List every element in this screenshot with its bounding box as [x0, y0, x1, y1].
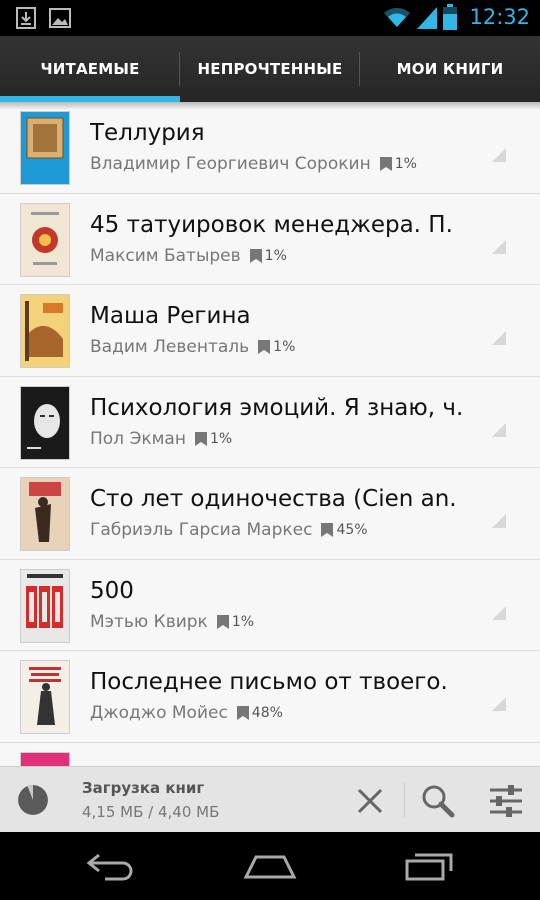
book-meta: Максим Батырев 1% — [90, 246, 287, 266]
book-author: Владимир Георгиевич Сорокин — [90, 154, 371, 174]
battery-icon — [443, 4, 458, 30]
item-menu-corner-icon[interactable] — [492, 422, 506, 437]
item-menu-corner-icon[interactable] — [492, 605, 506, 620]
book-author: Габриэль Гарсиа Маркес — [90, 520, 313, 540]
book-cover — [20, 385, 70, 460]
item-menu-corner-icon[interactable] — [492, 239, 506, 254]
search-icon — [422, 785, 455, 818]
cancel-download-button[interactable] — [350, 781, 390, 821]
back-icon — [86, 853, 133, 881]
tab-label: ЧИТАЕМЫЕ — [40, 60, 140, 78]
reading-progress: 1% — [394, 156, 417, 172]
book-author: Джоджо Мойес — [90, 703, 228, 723]
image-icon — [49, 8, 71, 28]
book-row[interactable]: Сто лет одиночества (Cien an. Габриэль Г… — [0, 468, 540, 560]
book-cover — [20, 294, 70, 368]
book-row[interactable]: Психология эмоций. Я знаю, ч. Пол Экман … — [0, 376, 540, 468]
book-row[interactable]: 500 Мэтью Квирк 1% — [0, 559, 540, 651]
bookmark-book-icon — [321, 523, 334, 537]
search-button[interactable] — [418, 781, 458, 821]
book-title: Теллурия — [90, 120, 205, 146]
bookmark-book-icon — [216, 614, 229, 629]
book-cover — [20, 660, 70, 734]
bookmark-book-icon — [236, 706, 249, 720]
download-icon — [16, 7, 36, 29]
reading-progress: 48% — [251, 705, 283, 721]
status-bar: 12:32 — [0, 0, 540, 36]
book-author: Вадим Левенталь — [90, 337, 250, 357]
settings-button[interactable] — [486, 781, 526, 821]
reading-progress: 1% — [273, 339, 296, 355]
action-divider — [404, 783, 405, 817]
book-row[interactable]: 45 татуировок менеджера. П. Максим Батыр… — [0, 193, 540, 285]
book-row[interactable] — [0, 742, 540, 766]
download-status-bar: Загрузка книг 4,15 МБ / 4,40 МБ — [0, 766, 540, 832]
item-menu-corner-icon[interactable] — [492, 514, 506, 528]
download-title: Загрузка книг — [82, 779, 205, 797]
recent-apps-icon — [405, 853, 453, 881]
book-author: Пол Экман — [90, 428, 186, 449]
system-navigation-bar — [0, 832, 540, 900]
book-row[interactable]: Маша Регина Вадим Левенталь 1% — [0, 285, 540, 377]
book-title: Психология эмоций. Я знаю, ч. — [90, 394, 464, 421]
home-button[interactable] — [235, 846, 305, 886]
book-title: Последнее письмо от твоего. — [90, 669, 448, 695]
book-meta: Габриэль Гарсиа Маркес 45% — [90, 520, 368, 540]
book-cover — [20, 111, 70, 185]
book-row[interactable]: Последнее письмо от твоего. Джоджо Мойес… — [0, 651, 540, 743]
book-meta: Владимир Георгиевич Сорокин 1% — [90, 154, 417, 174]
item-menu-corner-icon[interactable] — [492, 331, 506, 345]
book-row[interactable]: Теллурия Владимир Георгиевич Сорокин 1% — [0, 102, 540, 194]
book-cover — [20, 751, 70, 766]
recent-apps-button[interactable] — [394, 846, 464, 886]
book-title: Маша Регина — [90, 303, 251, 329]
reading-progress: 1% — [209, 430, 233, 447]
book-cover — [20, 202, 70, 277]
book-meta: Джоджо Мойес 48% — [90, 703, 283, 723]
wifi-icon — [384, 7, 411, 27]
tab-reading[interactable]: ЧИТАЕМЫЕ — [0, 36, 180, 102]
tab-label: НЕПРОЧТЕННЫЕ — [197, 60, 343, 78]
reading-progress: 1% — [264, 247, 287, 264]
tab-bar-shadow — [0, 102, 540, 110]
bookmark-book-icon — [258, 340, 271, 354]
download-progress-pie-icon — [18, 785, 48, 815]
book-meta: Пол Экман 1% — [90, 429, 232, 449]
book-cover — [20, 568, 70, 643]
bookmark-book-icon — [379, 157, 392, 171]
book-author: Максим Батырев — [90, 245, 241, 266]
item-menu-corner-icon[interactable] — [492, 148, 506, 162]
book-meta: Мэтью Квирк 1% — [90, 612, 254, 632]
tab-label: МОИ КНИГИ — [396, 60, 504, 78]
download-size: 4,15 МБ / 4,40 МБ — [82, 803, 220, 821]
book-title: Сто лет одиночества (Cien an. — [90, 486, 457, 512]
close-icon — [357, 788, 383, 814]
book-meta: Вадим Левенталь 1% — [90, 337, 295, 357]
bookmark-book-icon — [194, 431, 207, 446]
book-author: Мэтью Квирк — [90, 611, 208, 632]
tab-unread[interactable]: НЕПРОЧТЕННЫЕ — [180, 36, 360, 102]
settings-sliders-icon — [490, 785, 522, 817]
back-button[interactable] — [76, 846, 146, 886]
clock: 12:32 — [469, 5, 530, 29]
book-title: 45 татуировок менеджера. П. — [90, 211, 453, 238]
tab-my-books[interactable]: МОИ КНИГИ — [360, 36, 540, 102]
reading-progress: 1% — [231, 613, 255, 630]
book-list[interactable]: Теллурия Владимир Георгиевич Сорокин 1% … — [0, 102, 540, 766]
bookmark-book-icon — [249, 248, 262, 263]
tab-bar: ЧИТАЕМЫЕ НЕПРОЧТЕННЫЕ МОИ КНИГИ — [0, 36, 540, 102]
reading-progress: 45% — [336, 522, 368, 538]
signal-icon — [417, 7, 438, 29]
book-cover — [20, 477, 70, 551]
home-icon — [243, 855, 297, 879]
item-menu-corner-icon[interactable] — [492, 697, 506, 711]
book-title: 500 — [90, 577, 134, 604]
